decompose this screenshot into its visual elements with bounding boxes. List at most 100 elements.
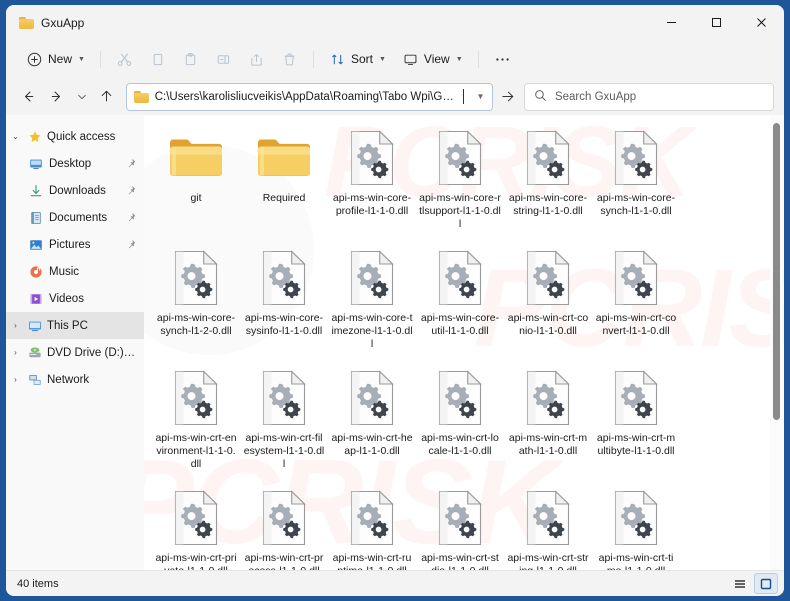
sidebar-item-quick-access[interactable]: ⌄ Quick access: [6, 123, 144, 150]
file-tile[interactable]: api-ms-win-crt-convert-l1-1-0.dll: [592, 241, 680, 361]
ellipsis-icon: [494, 51, 511, 68]
file-name-label: api-ms-win-core-synch-l1-1-0.dll: [596, 192, 676, 217]
vertical-scrollbar[interactable]: [770, 115, 783, 570]
sidebar-item-music[interactable]: Music: [6, 258, 144, 285]
sidebar-item-label: Music: [49, 265, 80, 278]
close-button[interactable]: [739, 5, 784, 40]
sidebar-item-label: Documents: [49, 211, 108, 224]
dll-file-icon: [254, 367, 314, 429]
search-placeholder: Search GxuApp: [554, 90, 637, 103]
toolbar-divider-2: [312, 50, 314, 68]
file-name-label: api-ms-win-crt-process-l1-1-0.dll: [244, 552, 324, 570]
folder-tile[interactable]: git: [152, 121, 240, 241]
dll-file-icon: [430, 367, 490, 429]
address-input[interactable]: C:\Users\karolisliucveikis\AppData\Roami…: [125, 82, 494, 111]
pin-icon[interactable]: [126, 185, 136, 196]
view-button[interactable]: View ▼: [394, 45, 471, 73]
chevron-down-icon[interactable]: ▼: [476, 92, 486, 101]
file-name-label: api-ms-win-crt-stdio-l1-1-0.dll: [421, 552, 499, 570]
file-tile[interactable]: api-ms-win-crt-time-l1-1-0.dll: [592, 481, 680, 570]
file-name-label: api-ms-win-core-timezone-l1-1-0.dll: [331, 312, 413, 350]
file-tile[interactable]: api-ms-win-core-synch-l1-1-0.dll: [592, 121, 680, 241]
file-tile[interactable]: api-ms-win-crt-stdio-l1-1-0.dll: [416, 481, 504, 570]
large-icons-view-toggle[interactable]: [754, 573, 778, 594]
sort-button[interactable]: Sort ▼: [321, 45, 394, 73]
sidebar-item-network[interactable]: › Network: [6, 366, 144, 393]
files-pane[interactable]: PCRISK PCRISK PCRISK gitRequiredapi-ms-w…: [144, 115, 784, 570]
paste-button[interactable]: [174, 45, 207, 73]
sort-icon: [329, 51, 346, 68]
file-tile[interactable]: api-ms-win-crt-conio-l1-1-0.dll: [504, 241, 592, 361]
chevron-right-icon[interactable]: ›: [6, 321, 25, 330]
up-button[interactable]: [92, 83, 121, 111]
pin-icon[interactable]: [126, 158, 136, 169]
dll-file-icon: [430, 127, 490, 189]
see-more-button[interactable]: [486, 45, 519, 73]
details-view-toggle[interactable]: [728, 573, 752, 594]
back-button[interactable]: [14, 83, 43, 111]
sidebar-item-documents[interactable]: Documents: [6, 204, 144, 231]
dll-file-icon: [166, 247, 226, 309]
scissors-icon: [116, 51, 133, 68]
sidebar-item-this-pc[interactable]: › This PC: [6, 312, 144, 339]
search-input[interactable]: Search GxuApp: [523, 82, 774, 111]
file-tile[interactable]: api-ms-win-crt-math-l1-1-0.dll: [504, 361, 592, 481]
file-grid[interactable]: git Required api-ms-win-core-profile-l1-1-…: [144, 115, 784, 570]
dll-file-icon: [254, 247, 314, 309]
minimize-button[interactable]: [649, 5, 694, 40]
share-button[interactable]: [240, 45, 273, 73]
file-explorer-window: GxuApp New ▼ Sort ▼ View ▼ C:\Users\karo…: [6, 5, 784, 596]
sidebar-item-videos[interactable]: Videos: [6, 285, 144, 312]
dll-file-icon: [342, 367, 402, 429]
file-tile[interactable]: api-ms-win-core-sysinfo-l1-1-0.dll: [240, 241, 328, 361]
copy-button[interactable]: [141, 45, 174, 73]
file-tile[interactable]: api-ms-win-core-rtlsupport-l1-1-0.dll: [416, 121, 504, 241]
file-tile[interactable]: api-ms-win-crt-private-l1-1-0.dll: [152, 481, 240, 570]
file-tile[interactable]: api-ms-win-core-synch-l1-2-0.dll: [152, 241, 240, 361]
pin-icon[interactable]: [126, 239, 136, 250]
paste-icon: [182, 51, 199, 68]
chevron-right-icon[interactable]: ›: [6, 348, 25, 357]
file-tile[interactable]: api-ms-win-core-timezone-l1-1-0.dll: [328, 241, 416, 361]
dll-file-icon: [518, 367, 578, 429]
recent-locations-button[interactable]: [71, 83, 92, 111]
cut-button[interactable]: [108, 45, 141, 73]
pin-icon[interactable]: [126, 212, 136, 223]
file-tile[interactable]: api-ms-win-crt-heap-l1-1-0.dll: [328, 361, 416, 481]
sidebar-item-downloads[interactable]: Downloads: [6, 177, 144, 204]
chevron-down-icon[interactable]: ⌄: [6, 132, 25, 141]
file-tile[interactable]: api-ms-win-crt-multibyte-l1-1-0.dll: [592, 361, 680, 481]
file-tile[interactable]: api-ms-win-crt-process-l1-1-0.dll: [240, 481, 328, 570]
navigation-pane[interactable]: ⌄ Quick access Desktop Downloads Documents Pi…: [6, 115, 144, 570]
file-name-label: api-ms-win-crt-filesystem-l1-1-0.dll: [243, 432, 325, 470]
dll-file-icon: [518, 127, 578, 189]
new-button[interactable]: New ▼: [18, 45, 93, 73]
maximize-button[interactable]: [694, 5, 739, 40]
go-button[interactable]: [493, 83, 522, 111]
sidebar-item-label: Videos: [49, 292, 84, 305]
file-tile[interactable]: api-ms-win-core-util-l1-1-0.dll: [416, 241, 504, 361]
videos-icon: [25, 292, 46, 306]
chevron-right-icon[interactable]: ›: [6, 375, 25, 384]
command-bar: New ▼ Sort ▼ View ▼: [6, 40, 784, 78]
sidebar-item-label: Network: [47, 373, 90, 386]
delete-button[interactable]: [273, 45, 306, 73]
folder-tile[interactable]: Required: [240, 121, 328, 241]
sidebar-item-pictures[interactable]: Pictures: [6, 231, 144, 258]
file-tile[interactable]: api-ms-win-crt-locale-l1-1-0.dll: [416, 361, 504, 481]
sidebar-item-dvd-drive-d-cccc[interactable]: › DVD Drive (D:) CCCC: [6, 339, 144, 366]
file-name-label: api-ms-win-core-rtlsupport-l1-1-0.dll: [419, 192, 501, 230]
file-tile[interactable]: api-ms-win-crt-environment-l1-1-0.dll: [152, 361, 240, 481]
file-tile[interactable]: api-ms-win-core-string-l1-1-0.dll: [504, 121, 592, 241]
file-tile[interactable]: api-ms-win-crt-filesystem-l1-1-0.dll: [240, 361, 328, 481]
sidebar-item-desktop[interactable]: Desktop: [6, 150, 144, 177]
file-tile[interactable]: api-ms-win-crt-string-l1-1-0.dll: [504, 481, 592, 570]
file-tile[interactable]: api-ms-win-core-profile-l1-1-0.dll: [328, 121, 416, 241]
rename-button[interactable]: [207, 45, 240, 73]
scrollbar-thumb[interactable]: [773, 123, 780, 420]
file-tile[interactable]: api-ms-win-crt-runtime-l1-1-0.dll: [328, 481, 416, 570]
item-count-label: 40 items: [17, 577, 59, 590]
monitor-icon: [402, 51, 419, 68]
forward-button[interactable]: [43, 83, 72, 111]
sidebar-item-label: Quick access: [47, 130, 116, 143]
